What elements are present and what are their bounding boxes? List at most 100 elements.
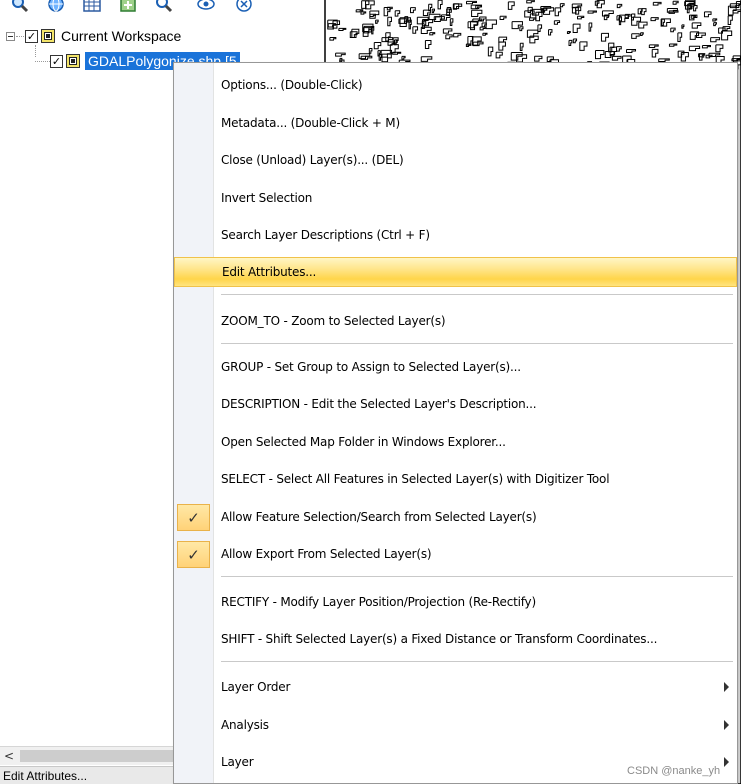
- map-polygon: [652, 1, 662, 6]
- menu-item-layer-order[interactable]: Layer Order: [174, 673, 737, 703]
- menu-item-label: DESCRIPTION - Edit the Selected Layer's …: [221, 397, 537, 411]
- map-polygon: [529, 17, 537, 21]
- map-polygon: [548, 29, 553, 36]
- map-polygon: [526, 0, 535, 4]
- map-polygon: [499, 15, 507, 20]
- map-polygon: [626, 48, 637, 53]
- menu-item-shift-shift-selected-layer-s-a-fixed-distance-or-transform-coordinates[interactable]: SHIFT - Shift Selected Layer(s) a Fixed …: [174, 625, 737, 655]
- menu-item-label: Search Layer Descriptions (Ctrl + F): [221, 228, 430, 242]
- map-polygon: [360, 55, 373, 60]
- map-polygon: [611, 55, 622, 61]
- map-polygon: [615, 46, 622, 52]
- globe-icon[interactable]: [46, 0, 66, 14]
- menu-item-search-layer-descriptions-ctrl-f[interactable]: Search Layer Descriptions (Ctrl + F): [174, 221, 737, 251]
- menu-item-label: Close (Unload) Layer(s)... (DEL): [221, 153, 404, 167]
- map-polygon: [377, 50, 381, 57]
- map-polygon: [442, 28, 453, 34]
- menu-item-label: Open Selected Map Folder in Windows Expl…: [221, 435, 506, 449]
- map-polygon: [471, 9, 483, 18]
- menu-item-close-unload-layer-s-del[interactable]: Close (Unload) Layer(s)... (DEL): [174, 146, 737, 176]
- menu-item-analysis[interactable]: Analysis: [174, 711, 737, 741]
- map-polygon: [527, 6, 533, 13]
- checkmark-icon: ✓: [177, 541, 210, 568]
- menu-item-label: Allow Export From Selected Layer(s): [221, 547, 432, 561]
- map-polygon: [387, 16, 392, 27]
- map-polygon: [572, 38, 578, 44]
- map-polygon: [431, 8, 435, 14]
- status-text: Edit Attributes...: [3, 769, 88, 783]
- workspace-checkbox[interactable]: ✓: [25, 29, 38, 43]
- map-polygon: [446, 7, 452, 13]
- menu-item-label: Edit Attributes...: [222, 265, 317, 279]
- map-polygon: [429, 32, 436, 36]
- menu-item-options-double-click[interactable]: Options... (Double-Click): [174, 71, 737, 101]
- collapse-icon[interactable]: [6, 31, 15, 41]
- map-polygon: [428, 3, 433, 12]
- map-polygon: [572, 23, 581, 33]
- menu-item-edit-attributes[interactable]: Edit Attributes...: [174, 257, 737, 287]
- menu-item-description-edit-the-selected-layer-s-description[interactable]: DESCRIPTION - Edit the Selected Layer's …: [174, 390, 737, 420]
- map-polygon: [369, 13, 376, 18]
- menu-item-metadata-double-click-m[interactable]: Metadata... (Double-Click + M): [174, 109, 737, 139]
- checkmark-icon: ✓: [177, 504, 210, 531]
- map-polygon: [420, 56, 433, 62]
- map-polygon: [701, 44, 712, 49]
- menu-item-zoom-to-zoom-to-selected-layer-s[interactable]: ZOOM_TO - Zoom to Selected Layer(s): [174, 307, 737, 337]
- map-polygon: [519, 42, 524, 51]
- tree-node-workspace[interactable]: ✓ Current Workspace: [6, 26, 181, 46]
- map-polygon: [651, 48, 659, 58]
- layer-checkbox[interactable]: ✓: [50, 54, 63, 68]
- menu-separator: [221, 661, 733, 663]
- map-polygon: [410, 7, 416, 14]
- menu-item-allow-feature-selection-search-from-selected-layer-s[interactable]: ✓ Allow Feature Selection/Search from Sel…: [174, 503, 737, 533]
- map-polygon: [394, 10, 401, 17]
- scroll-left-icon[interactable]: <: [2, 748, 16, 764]
- map-polygon: [568, 39, 573, 46]
- menu-item-rectify-modify-layer-position-projection-re-rectify[interactable]: RECTIFY - Modify Layer Position/Projecti…: [174, 588, 737, 618]
- menu-item-select-select-all-features-in-selected-layer-s-with-digitizer-tool[interactable]: SELECT - Select All Features in Selected…: [174, 465, 737, 495]
- map-polygon: [587, 10, 597, 14]
- map-polygon: [579, 41, 588, 51]
- menu-item-label: SELECT - Select All Features in Selected…: [221, 472, 610, 486]
- map-polygon: [672, 0, 679, 5]
- map-polygon: [648, 44, 659, 48]
- watermark: CSDN @nanke_yh: [627, 765, 721, 777]
- menu-item-label: ZOOM_TO - Zoom to Selected Layer(s): [221, 314, 446, 328]
- map-polygon: [668, 43, 678, 47]
- map-polygon: [401, 55, 406, 60]
- map-polygon: [640, 32, 644, 37]
- map-polygon: [381, 53, 392, 63]
- map-polygon: [329, 36, 337, 41]
- map-polygon: [681, 24, 685, 29]
- workspace-icon: [41, 29, 55, 43]
- map-polygon: [670, 27, 676, 33]
- menu-item-invert-selection[interactable]: Invert Selection: [174, 184, 737, 214]
- zoom-layer-icon[interactable]: [154, 0, 174, 14]
- layer-add-icon[interactable]: [118, 0, 138, 14]
- menu-item-label: Options... (Double-Click): [221, 78, 363, 92]
- zoom-in-icon[interactable]: [10, 0, 30, 14]
- map-polygon: [537, 24, 543, 32]
- menu-item-label: SHIFT - Shift Selected Layer(s) a Fixed …: [221, 632, 658, 646]
- map-polygon: [638, 21, 648, 29]
- close-circle-icon[interactable]: [234, 0, 254, 14]
- submenu-arrow-icon: [724, 682, 729, 692]
- map-polygon: [559, 3, 565, 8]
- map-polygon: [479, 26, 486, 31]
- menu-item-label: Layer: [221, 755, 254, 769]
- map-polygon: [712, 18, 718, 22]
- map-polygon: [703, 11, 712, 18]
- menu-item-group-set-group-to-assign-to-selected-layer-s[interactable]: GROUP - Set Group to Assign to Selected …: [174, 353, 737, 383]
- map-polygon: [554, 7, 562, 17]
- table-icon[interactable]: [82, 0, 102, 14]
- menu-item-allow-export-from-selected-layer-s[interactable]: ✓ Allow Export From Selected Layer(s): [174, 540, 737, 570]
- map-polygon: [553, 20, 561, 25]
- menu-item-label: Allow Feature Selection/Search from Sele…: [221, 510, 537, 524]
- menu-item-open-selected-map-folder-in-windows-explorer[interactable]: Open Selected Map Folder in Windows Expl…: [174, 428, 737, 458]
- map-polygon: [691, 22, 702, 29]
- menu-item-label: RECTIFY - Modify Layer Position/Projecti…: [221, 595, 536, 609]
- map-polygon: [465, 0, 477, 5]
- view-icon[interactable]: [196, 0, 216, 14]
- map-polygon: [519, 26, 524, 32]
- map-polygon: [600, 32, 609, 42]
